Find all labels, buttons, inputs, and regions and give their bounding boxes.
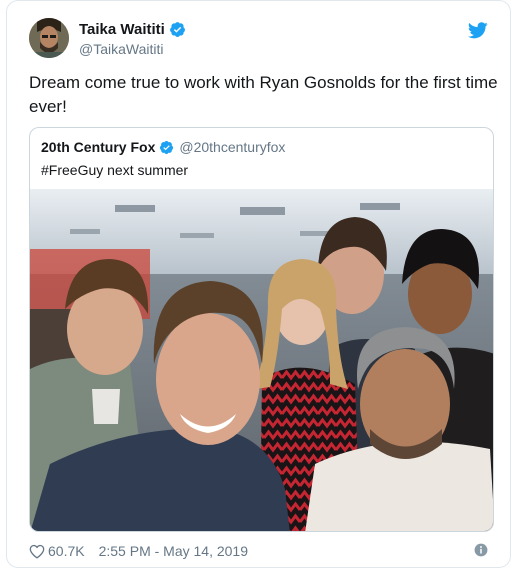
tweet-text: Dream come true to work with Ryan Gosnol… bbox=[29, 73, 498, 116]
tweet-footer: 60.7K 2:55 PM - May 14, 2019 bbox=[29, 541, 488, 561]
author-name-row[interactable]: Taika Waititi bbox=[79, 21, 186, 38]
like-count[interactable]: 60.7K bbox=[48, 543, 85, 559]
quoted-tweet-text: #FreeGuy next summer bbox=[41, 162, 189, 178]
quoted-tweet-header: 20th Century Fox @20thcenturyfox bbox=[41, 139, 285, 155]
verified-badge-icon bbox=[169, 22, 185, 37]
quoted-display-name[interactable]: 20th Century Fox bbox=[41, 139, 155, 155]
verified-badge-icon bbox=[160, 140, 174, 154]
quoted-tweet[interactable]: 20th Century Fox @20thcenturyfox #FreeGu… bbox=[29, 127, 494, 532]
tweet-timestamp[interactable]: 2:55 PM - May 14, 2019 bbox=[99, 543, 248, 559]
tweet-header: Taika Waititi @TaikaWaititi bbox=[29, 18, 494, 62]
avatar[interactable] bbox=[29, 18, 69, 58]
author-display-name[interactable]: Taika Waititi bbox=[79, 21, 165, 38]
author-handle[interactable]: @TaikaWaititi bbox=[79, 41, 164, 57]
info-icon[interactable] bbox=[474, 543, 488, 557]
twitter-bird-icon[interactable] bbox=[468, 22, 488, 39]
group-selfie-photo[interactable] bbox=[30, 189, 494, 532]
quoted-handle[interactable]: @20thcenturyfox bbox=[179, 139, 285, 155]
tweet-card: Taika Waititi @TaikaWaititi Dream come t… bbox=[6, 0, 511, 568]
heart-icon[interactable] bbox=[29, 544, 45, 559]
